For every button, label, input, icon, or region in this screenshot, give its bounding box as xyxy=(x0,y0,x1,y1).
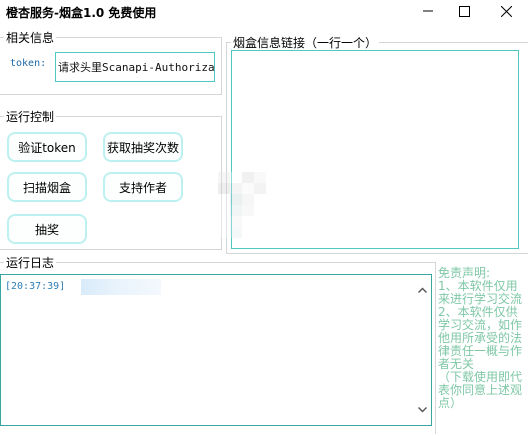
close-button[interactable] xyxy=(488,0,524,22)
info-group-title: 相关信息 xyxy=(4,29,57,46)
title-bar: 橙杏服务-烟盒1.0 免费使用 xyxy=(0,0,530,22)
token-label: token: xyxy=(10,58,47,69)
maximize-icon xyxy=(458,5,470,17)
log-entry-redacted xyxy=(81,279,161,295)
draw-button[interactable]: 抽奖 xyxy=(7,214,87,244)
verify-token-button[interactable]: 验证token xyxy=(7,132,87,162)
window-title: 橙杏服务-烟盒1.0 免费使用 xyxy=(6,6,157,20)
minimize-icon xyxy=(423,10,433,12)
log-entry-time: [20:37:39] xyxy=(5,281,66,292)
scroll-down-button[interactable] xyxy=(418,405,427,414)
scan-box-button[interactable]: 扫描烟盒 xyxy=(7,172,87,202)
log-group-title: 运行日志 xyxy=(4,254,57,271)
scroll-up-button[interactable] xyxy=(418,285,427,294)
support-author-button[interactable]: 支持作者 xyxy=(103,172,183,202)
scroll-up-icon xyxy=(418,287,427,293)
log-scrollbar[interactable] xyxy=(414,275,431,425)
minimize-button[interactable] xyxy=(410,0,446,22)
maximize-button[interactable] xyxy=(446,0,482,22)
url-group-title: 烟盒信息链接（一行一个） xyxy=(231,34,380,51)
get-draw-count-button[interactable]: 获取抽奖次数 xyxy=(103,132,183,162)
close-icon xyxy=(500,5,512,17)
disclaimer-text: 免责声明: 1、本软件仅用来进行学习交流 2、本软件仅供学习交流，如作他用所承受… xyxy=(438,266,523,410)
log-textarea[interactable]: [20:37:39] xyxy=(0,274,432,426)
token-input[interactable]: 请求头里Scanapi-Authorizat xyxy=(55,52,215,82)
scroll-down-icon xyxy=(418,406,427,412)
redaction-mosaic xyxy=(218,172,290,238)
control-group-title: 运行控制 xyxy=(4,108,57,125)
